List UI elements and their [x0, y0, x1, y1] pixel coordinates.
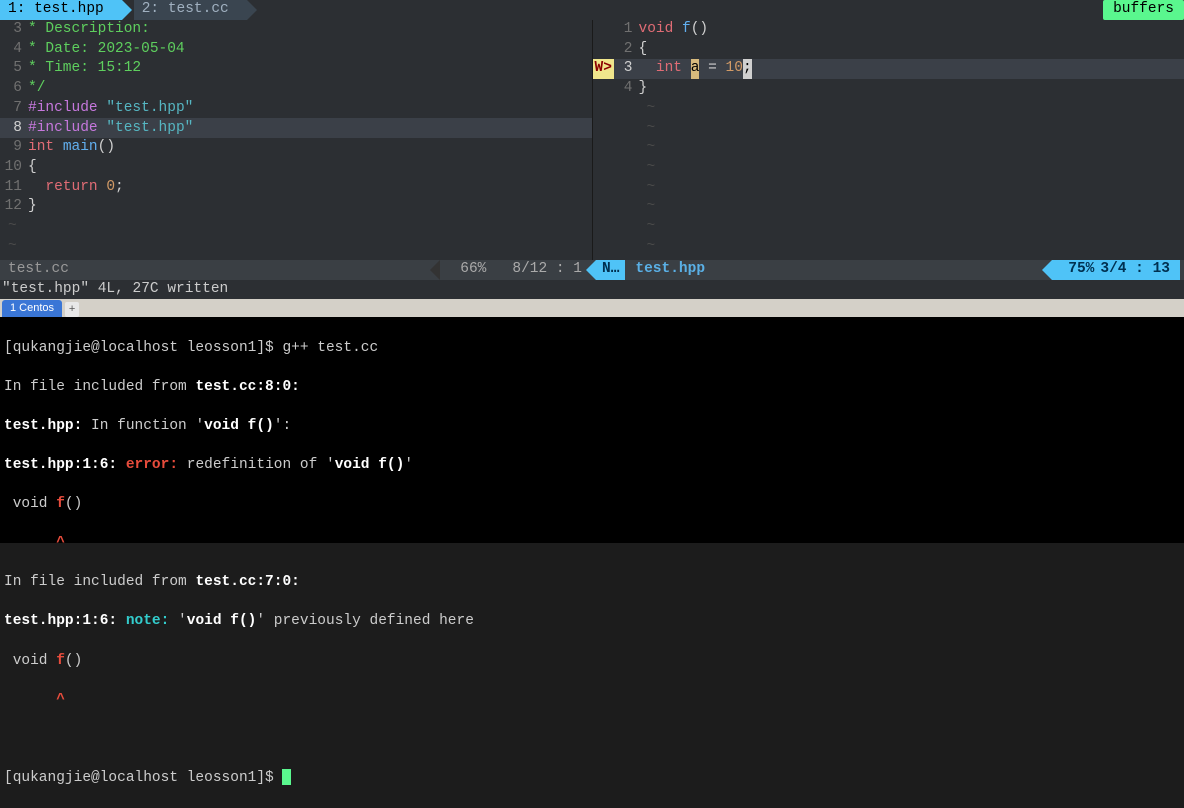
buffer-tab-2[interactable]: 2: test.cc [134, 0, 247, 20]
buffer-tab-1[interactable]: 1: test.hpp [0, 0, 122, 20]
terminal[interactable]: [qukangjie@localhost leosson1]$ g++ test… [0, 317, 1184, 543]
percent-indicator: 66% [454, 260, 492, 280]
position-indicator: 8/12 : 1 [506, 260, 588, 280]
terminal-cursor [282, 769, 291, 785]
terminal-tab-bar: 1 Centos + [0, 299, 1184, 317]
statusbar-right: N… test.hpp 75% 3/4 : 13 [592, 260, 1184, 280]
terminal-tab-1[interactable]: 1 Centos [2, 300, 62, 317]
add-tab-button[interactable]: + [65, 302, 79, 317]
cursor: ; [743, 59, 752, 79]
position-badge: 75% 3/4 : 13 [1052, 260, 1180, 280]
editor-pane-left[interactable]: 3* Description: 4* Date: 2023-05-04 5* T… [0, 20, 593, 260]
mode-badge: N… [596, 260, 625, 280]
editor-area: 1: test.hpp 2: test.cc buffers 3* Descri… [0, 0, 1184, 299]
statusbar-filename: test.hpp [625, 260, 705, 280]
chevron-left-icon [430, 260, 440, 280]
buffer-tab-bar: 1: test.hpp 2: test.cc buffers [0, 0, 1184, 20]
buffers-label[interactable]: buffers [1103, 0, 1184, 20]
warning-sign: W> [593, 59, 614, 79]
editor-pane-right[interactable]: 1void f() 2{ W>3 int a = 10; 4} ~ ~ ~ ~ … [593, 20, 1184, 260]
command-line[interactable]: "test.hpp" 4L, 27C written [0, 280, 1184, 299]
statusbar-filename: test.cc [4, 260, 69, 280]
statusbar-left: test.cc 66% 8/12 : 1 [0, 260, 592, 280]
